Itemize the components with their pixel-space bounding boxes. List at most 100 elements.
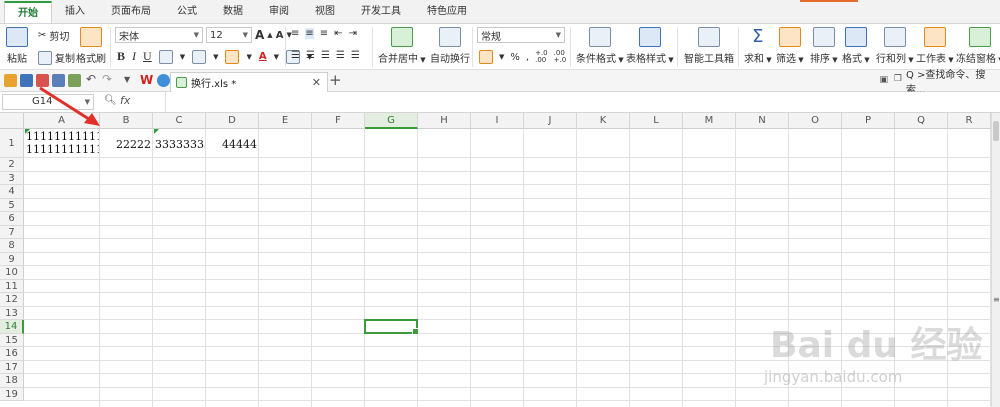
row-header-13[interactable]: 13	[0, 306, 24, 320]
align-bottom-icon[interactable]: ≡	[320, 28, 328, 39]
tab-developer[interactable]: 开发工具	[348, 1, 414, 23]
justify-icon[interactable]: ☰	[336, 50, 345, 61]
row-header-16[interactable]: 16	[0, 347, 24, 361]
cell-c1[interactable]: 3333333333	[155, 138, 205, 151]
tab-home[interactable]: 开始	[4, 1, 52, 23]
indent-increase-icon[interactable]: ⇥	[349, 28, 357, 39]
document-tab[interactable]: 换行.xls * ✕	[170, 72, 328, 92]
wrap-text-button[interactable]: 自动换行	[430, 27, 470, 65]
align-right-icon[interactable]: ☰	[321, 50, 330, 61]
align-center-icon[interactable]: ☰	[306, 50, 315, 61]
smart-toolbox-button[interactable]: 智能工具箱	[684, 27, 734, 65]
column-header-n[interactable]: N	[736, 113, 789, 129]
vertical-scrollbar[interactable]: ≡	[991, 113, 1000, 407]
comma-button[interactable]: ,	[526, 52, 529, 63]
cell-style-icon[interactable]	[192, 49, 207, 64]
row-header-8[interactable]: 8	[0, 239, 24, 253]
column-header-r[interactable]: R	[948, 113, 991, 129]
column-header-i[interactable]: I	[471, 113, 524, 129]
worksheet-button[interactable]: 工作表 ▼	[916, 27, 954, 65]
tab-formulas[interactable]: 公式	[164, 1, 210, 23]
column-header-b[interactable]: B	[100, 113, 153, 129]
column-header-l[interactable]: L	[630, 113, 683, 129]
tab-list-icon[interactable]: ▣	[879, 75, 888, 85]
sum-button[interactable]: Σ 求和 ▼	[744, 27, 772, 66]
row-header-17[interactable]: 17	[0, 360, 24, 374]
wps-logo-icon[interactable]: W	[140, 73, 153, 87]
borders-icon[interactable]	[158, 49, 173, 64]
filter-button[interactable]: 筛选 ▼	[776, 27, 804, 65]
tab-insert[interactable]: 插入	[52, 1, 98, 23]
split-handle-icon[interactable]: ≡	[993, 295, 1000, 304]
redo-icon[interactable]: ↷	[102, 72, 112, 86]
row-header-18[interactable]: 18	[0, 374, 24, 388]
font-size-select[interactable]: 12 ▼	[206, 27, 252, 43]
scrollbar-thumb[interactable]	[993, 121, 999, 141]
row-header-2[interactable]: 2	[0, 158, 24, 172]
row-header-14[interactable]: 14	[0, 320, 24, 334]
cell-a1[interactable]: 111111111111 111111111111	[26, 130, 99, 156]
font-color-button[interactable]: A	[259, 51, 267, 62]
tab-view[interactable]: 视图	[302, 1, 348, 23]
percent-button[interactable]: %	[510, 52, 520, 63]
decrease-decimal-button[interactable]: .00 +.0	[554, 50, 567, 64]
row-header-6[interactable]: 6	[0, 212, 24, 226]
underline-button[interactable]: U	[143, 49, 152, 64]
name-box[interactable]: G14 ▼	[2, 94, 94, 110]
italic-button[interactable]: I	[132, 49, 136, 64]
column-header-q[interactable]: Q	[895, 113, 948, 129]
print-icon[interactable]	[52, 74, 65, 87]
row-header-3[interactable]: 3	[0, 171, 24, 185]
sort-button[interactable]: 排序 ▼	[810, 27, 838, 65]
bold-button[interactable]: B	[117, 49, 125, 64]
cell-d1[interactable]: 44444	[206, 138, 257, 151]
table-style-button[interactable]: 表格样式 ▼	[626, 27, 674, 65]
increase-decimal-button[interactable]: +.0 .00	[535, 50, 548, 64]
currency-icon[interactable]	[479, 50, 493, 64]
column-header-a[interactable]: A	[24, 113, 100, 129]
row-header-7[interactable]: 7	[0, 225, 24, 239]
conditional-format-button[interactable]: 条件格式 ▼	[576, 27, 624, 65]
active-cell-selection[interactable]	[364, 319, 419, 334]
command-search[interactable]: Q >查找命令、搜索...	[906, 70, 998, 96]
row-header-12[interactable]: 12	[0, 293, 24, 307]
column-header-m[interactable]: M	[683, 113, 736, 129]
distributed-icon[interactable]: ☰	[351, 50, 360, 61]
column-header-g[interactable]: G	[365, 113, 418, 129]
open-folder-icon[interactable]	[4, 74, 17, 87]
close-icon[interactable]: ✕	[312, 76, 321, 89]
column-header-j[interactable]: J	[524, 113, 577, 129]
tab-special-apps[interactable]: 特色应用	[414, 1, 480, 23]
export-pdf-icon[interactable]	[36, 74, 49, 87]
select-all-corner[interactable]	[0, 113, 24, 129]
column-header-o[interactable]: O	[789, 113, 842, 129]
undo-icon[interactable]: ↶	[86, 72, 96, 86]
more-icon[interactable]: ❐	[894, 74, 902, 84]
column-header-c[interactable]: C	[153, 113, 206, 129]
format-button[interactable]: 格式 ▼	[842, 27, 870, 65]
shrink-font-button[interactable]: A	[276, 30, 284, 41]
font-name-select[interactable]: 宋体 ▼	[115, 27, 203, 43]
merge-center-button[interactable]: 合并居中 ▼	[378, 27, 426, 65]
fill-color-icon[interactable]	[225, 49, 240, 64]
formula-input[interactable]	[165, 92, 1000, 112]
tab-page-layout[interactable]: 页面布局	[98, 1, 164, 23]
column-header-p[interactable]: P	[842, 113, 895, 129]
customize-dropdown-icon[interactable]: ▼	[124, 75, 130, 84]
row-header-15[interactable]: 15	[0, 333, 24, 347]
row-header-1[interactable]: 1	[0, 129, 24, 158]
indent-decrease-icon[interactable]: ⇤	[334, 28, 342, 39]
format-painter-button[interactable]: 格式刷	[76, 27, 106, 65]
paste-button[interactable]: 粘贴	[6, 27, 28, 65]
number-format-select[interactable]: 常规 ▼	[477, 27, 565, 43]
insert-function-button[interactable]: fx	[120, 94, 130, 107]
row-column-button[interactable]: 行和列 ▼	[876, 27, 914, 65]
row-header-4[interactable]: 4	[0, 185, 24, 199]
column-header-d[interactable]: D	[206, 113, 259, 129]
tab-review[interactable]: 审阅	[256, 1, 302, 23]
cell-b1[interactable]: 22222	[100, 138, 151, 151]
align-middle-icon[interactable]: ≡	[305, 28, 314, 39]
align-top-icon[interactable]: ≡	[291, 28, 299, 39]
freeze-panes-button[interactable]: 冻结窗格 ▼	[956, 27, 1000, 65]
column-header-e[interactable]: E	[259, 113, 312, 129]
